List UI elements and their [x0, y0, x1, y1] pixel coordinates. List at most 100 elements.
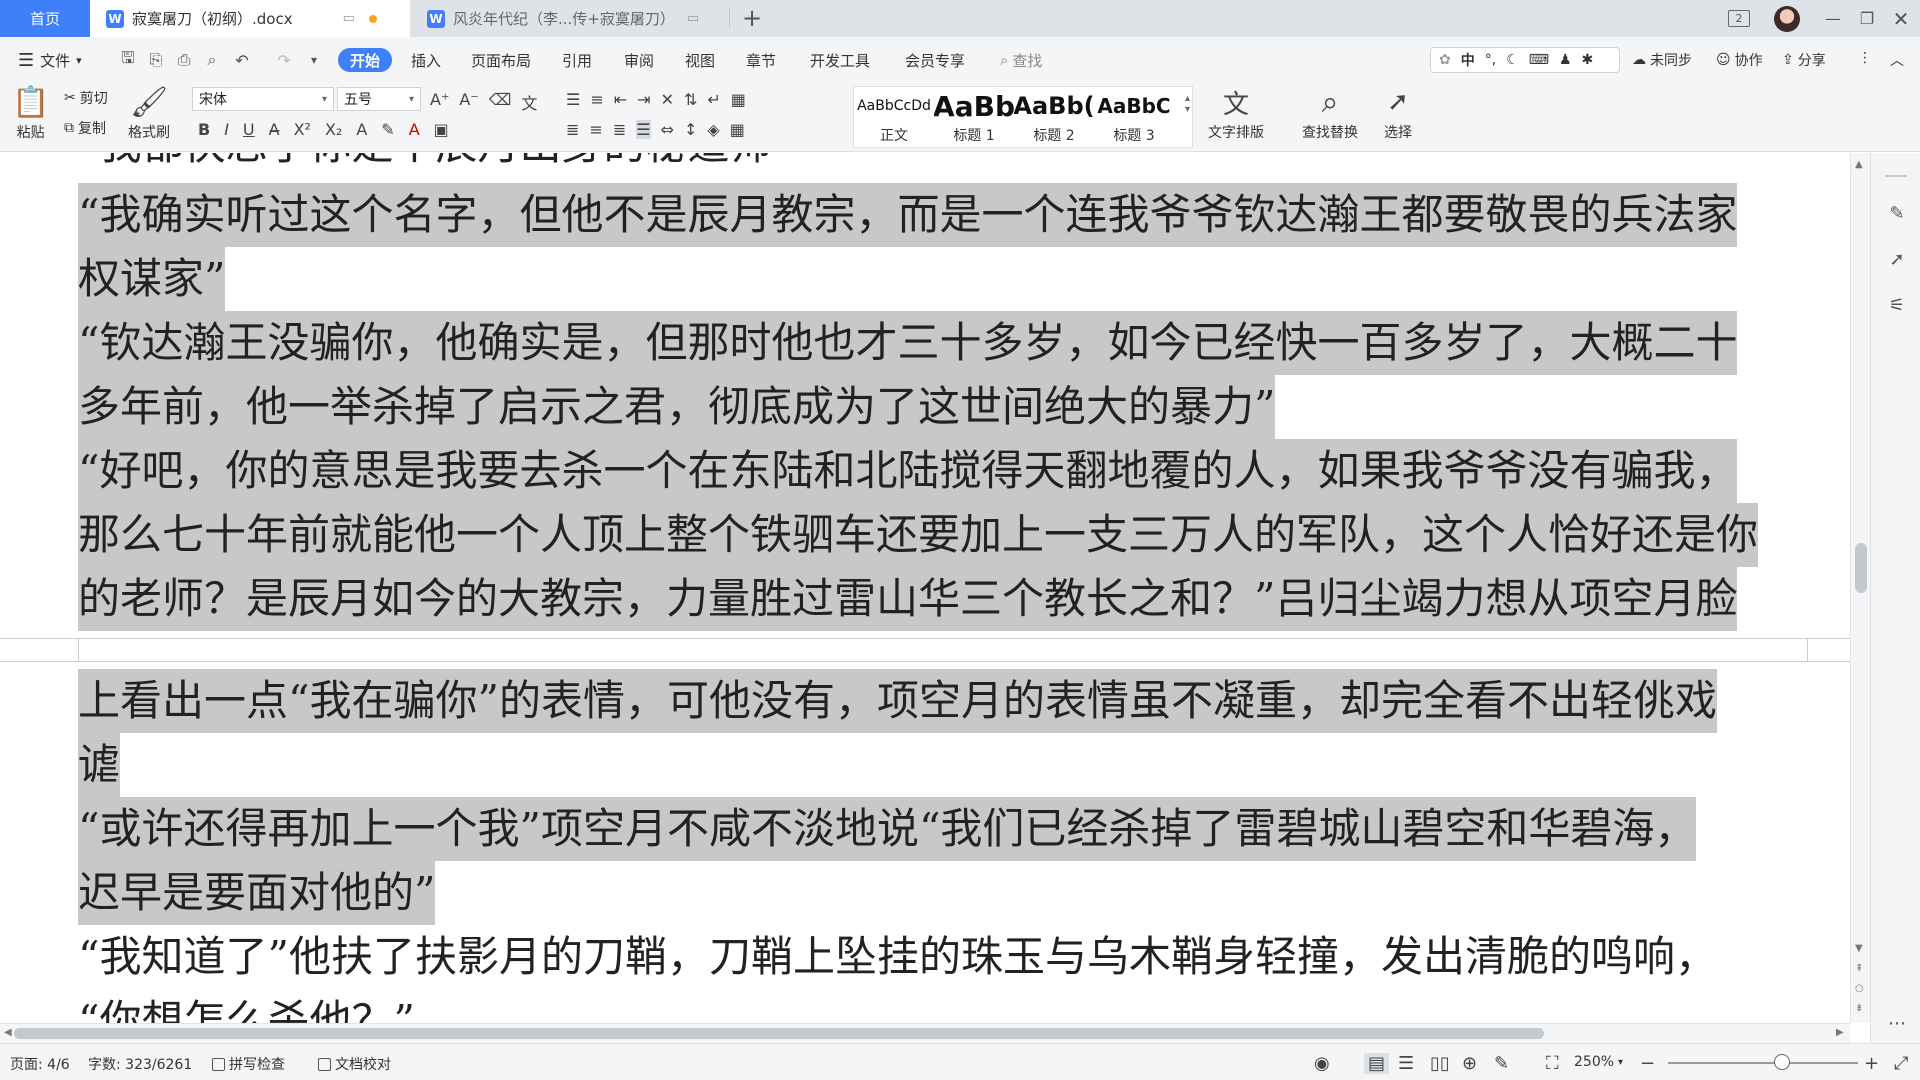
underline-icon[interactable]: U — [243, 120, 255, 139]
export-pdf-icon[interactable]: ⎘ — [146, 50, 166, 70]
tab-start[interactable]: 开始 — [338, 48, 393, 72]
sort-icon[interactable]: ⇅ — [684, 90, 697, 109]
redo-icon[interactable]: ↷ — [274, 50, 294, 70]
show-marks-icon[interactable]: ↵ — [707, 90, 720, 109]
tab-section[interactable]: 章节 — [746, 48, 776, 72]
style-normal[interactable]: AaBbCcDd 正文 — [854, 87, 934, 147]
scroll-up-icon[interactable]: ▲ — [1855, 159, 1863, 170]
collab-button[interactable]: ☺ 协作 — [1716, 50, 1763, 70]
sync-status[interactable]: ☁ 未同步 — [1632, 50, 1692, 70]
quick-access-dropdown-icon[interactable]: ▾ — [304, 50, 324, 70]
clear-format-icon[interactable]: ⌫ — [489, 90, 512, 114]
scroll-left-icon[interactable]: ◀ — [4, 1027, 12, 1038]
edit-pen-icon[interactable]: ✎ — [1885, 201, 1909, 225]
tab-doc-inactive[interactable]: W 风炎年代纪（李...传+寂寞屠刀） ▭ — [411, 0, 729, 37]
zoom-slider-track[interactable] — [1668, 1062, 1858, 1064]
font-name-select[interactable]: 宋体 ▾ — [192, 87, 334, 111]
page-view-icon[interactable]: ▤ — [1364, 1053, 1390, 1074]
align-right-icon[interactable]: ≣ — [613, 120, 626, 139]
file-menu[interactable]: ☰ 文件 ▾ — [18, 48, 82, 72]
zoom-out-icon[interactable]: − — [1640, 1053, 1655, 1074]
tab-page-layout[interactable]: 页面布局 — [471, 48, 531, 72]
select-cursor-icon[interactable]: ➚ — [1885, 247, 1909, 271]
text-layout-button[interactable]: 文 文字排版 — [1208, 82, 1264, 142]
adjust-sliders-icon[interactable]: ⚟ — [1885, 293, 1909, 317]
avatar[interactable] — [1772, 0, 1802, 37]
select-button[interactable]: ➚ 选择 — [1384, 82, 1412, 142]
line-spacing-icon[interactable]: ↕ — [684, 120, 697, 139]
add-tab-button[interactable]: + — [738, 3, 766, 33]
collapse-ribbon-icon[interactable]: ︿ — [1890, 50, 1904, 70]
undo-icon[interactable]: ↶ — [232, 50, 252, 70]
numbering-icon[interactable]: ≡ — [590, 90, 603, 109]
search-command[interactable]: ⌕ 查找 — [1000, 48, 1042, 72]
decrease-indent-icon[interactable]: ⇤ — [614, 90, 627, 109]
fullscreen-icon[interactable]: ⤢ — [1894, 1053, 1908, 1074]
page-indicator[interactable]: 页面: 4/6 — [10, 1054, 70, 1074]
reading-view-icon[interactable]: ▯▯ — [1430, 1053, 1450, 1074]
chinese-layout-icon[interactable]: ✕ — [661, 90, 674, 109]
tab-review[interactable]: 审阅 — [624, 48, 654, 72]
justify-icon[interactable]: ☰ — [636, 120, 651, 139]
more-options-icon[interactable]: ⋮ — [1858, 50, 1872, 66]
write-mode-icon[interactable]: ✎ — [1494, 1053, 1509, 1074]
document-canvas[interactable]: “我都快忘了你是个辰月出身的秘道师” “我确实听过这个名字，但他不是辰月教宗，而… — [0, 153, 1850, 1023]
fit-window-icon[interactable]: ⛶ — [1546, 1053, 1559, 1074]
bold-icon[interactable]: B — [198, 120, 210, 139]
paste-button[interactable]: 📋 粘贴 — [12, 82, 49, 142]
style-heading-2[interactable]: AaBb( 标题 2 — [1014, 87, 1094, 147]
font-size-select[interactable]: 五号 ▾ — [337, 87, 421, 111]
superscript-icon[interactable]: X² — [294, 120, 311, 139]
scroll-down-icon[interactable]: ▼ — [1855, 943, 1863, 954]
vertical-scroll-thumb[interactable] — [1855, 543, 1867, 593]
copy-button[interactable]: ⧉ 复制 — [64, 118, 106, 138]
tab-doc-active[interactable]: W 寂寞屠刀（初纲）.docx ▭ — [90, 0, 410, 37]
print-preview-icon[interactable]: ⌕ — [202, 50, 222, 70]
ime-toolbar[interactable]: ✿ 中 °, ☾ ⌨ ♟ ✱ — [1430, 47, 1620, 73]
more-dots-icon[interactable]: ⋯ — [1885, 1011, 1909, 1035]
next-page-icon[interactable]: ⇟ — [1855, 1003, 1863, 1014]
spell-check-toggle[interactable]: 拼写检查 — [212, 1054, 285, 1074]
tab-home[interactable]: 首页 — [0, 0, 90, 37]
horizontal-scrollbar[interactable]: ◀ ▶ — [0, 1023, 1850, 1043]
print-icon[interactable]: ⎙ — [174, 50, 194, 70]
prev-page-icon[interactable]: ⇞ — [1855, 963, 1863, 974]
tab-member[interactable]: 会员专享 — [905, 48, 965, 72]
doc-proofread[interactable]: 文档校对 — [318, 1054, 391, 1074]
scroll-right-icon[interactable]: ▶ — [1836, 1027, 1844, 1038]
tab-preview-icon[interactable]: ▭ — [343, 11, 355, 26]
outline-view-icon[interactable]: ☰ — [1398, 1053, 1414, 1074]
zoom-slider-knob[interactable] — [1774, 1054, 1790, 1070]
align-left-icon[interactable]: ≣ — [566, 120, 579, 139]
zoom-in-icon[interactable]: + — [1864, 1053, 1879, 1074]
tab-insert[interactable]: 插入 — [411, 48, 441, 72]
vertical-scrollbar[interactable]: ▲ ▼ ⇞ ○ ⇟ — [1850, 153, 1870, 1023]
format-painter-button[interactable]: 🖌 格式刷 — [128, 82, 170, 142]
tab-preview-icon[interactable]: ▭ — [687, 11, 699, 26]
shading-icon[interactable]: ◈ — [707, 120, 719, 139]
char-border-icon[interactable]: ▣ — [434, 120, 449, 139]
select-browse-icon[interactable]: ○ — [1855, 983, 1864, 994]
cut-button[interactable]: ✂ 剪切 — [64, 88, 108, 108]
window-count-icon[interactable]: 2 — [1722, 0, 1756, 37]
eye-protection-icon[interactable]: ◉ — [1314, 1053, 1330, 1074]
highlight-icon[interactable]: ✎ — [381, 120, 394, 139]
style-heading-3[interactable]: AaBbC 标题 3 — [1094, 87, 1174, 147]
web-view-icon[interactable]: ⊕ — [1462, 1053, 1477, 1074]
minimize-button[interactable]: — — [1818, 0, 1848, 37]
find-replace-button[interactable]: ⌕ 查找替换 — [1302, 82, 1358, 142]
tab-references[interactable]: 引用 — [562, 48, 592, 72]
borders-icon[interactable]: ▦ — [730, 120, 745, 139]
shrink-font-icon[interactable]: A⁻ — [459, 90, 478, 114]
phonetic-icon[interactable]: 文 — [521, 90, 537, 114]
distribute-icon[interactable]: ⇔ — [661, 120, 674, 139]
italic-icon[interactable]: I — [224, 120, 229, 139]
horizontal-scroll-thumb[interactable] — [14, 1028, 1544, 1039]
save-icon[interactable]: 🖫 — [118, 48, 138, 70]
subscript-icon[interactable]: X₂ — [325, 120, 342, 139]
grow-font-icon[interactable]: A⁺ — [430, 90, 449, 114]
share-button[interactable]: ⇪ 分享 — [1782, 50, 1826, 70]
maximize-button[interactable]: ❐ — [1852, 0, 1882, 37]
table-grid-icon[interactable]: ▦ — [731, 90, 746, 109]
zoom-level[interactable]: 250% ▾ — [1574, 1054, 1623, 1070]
